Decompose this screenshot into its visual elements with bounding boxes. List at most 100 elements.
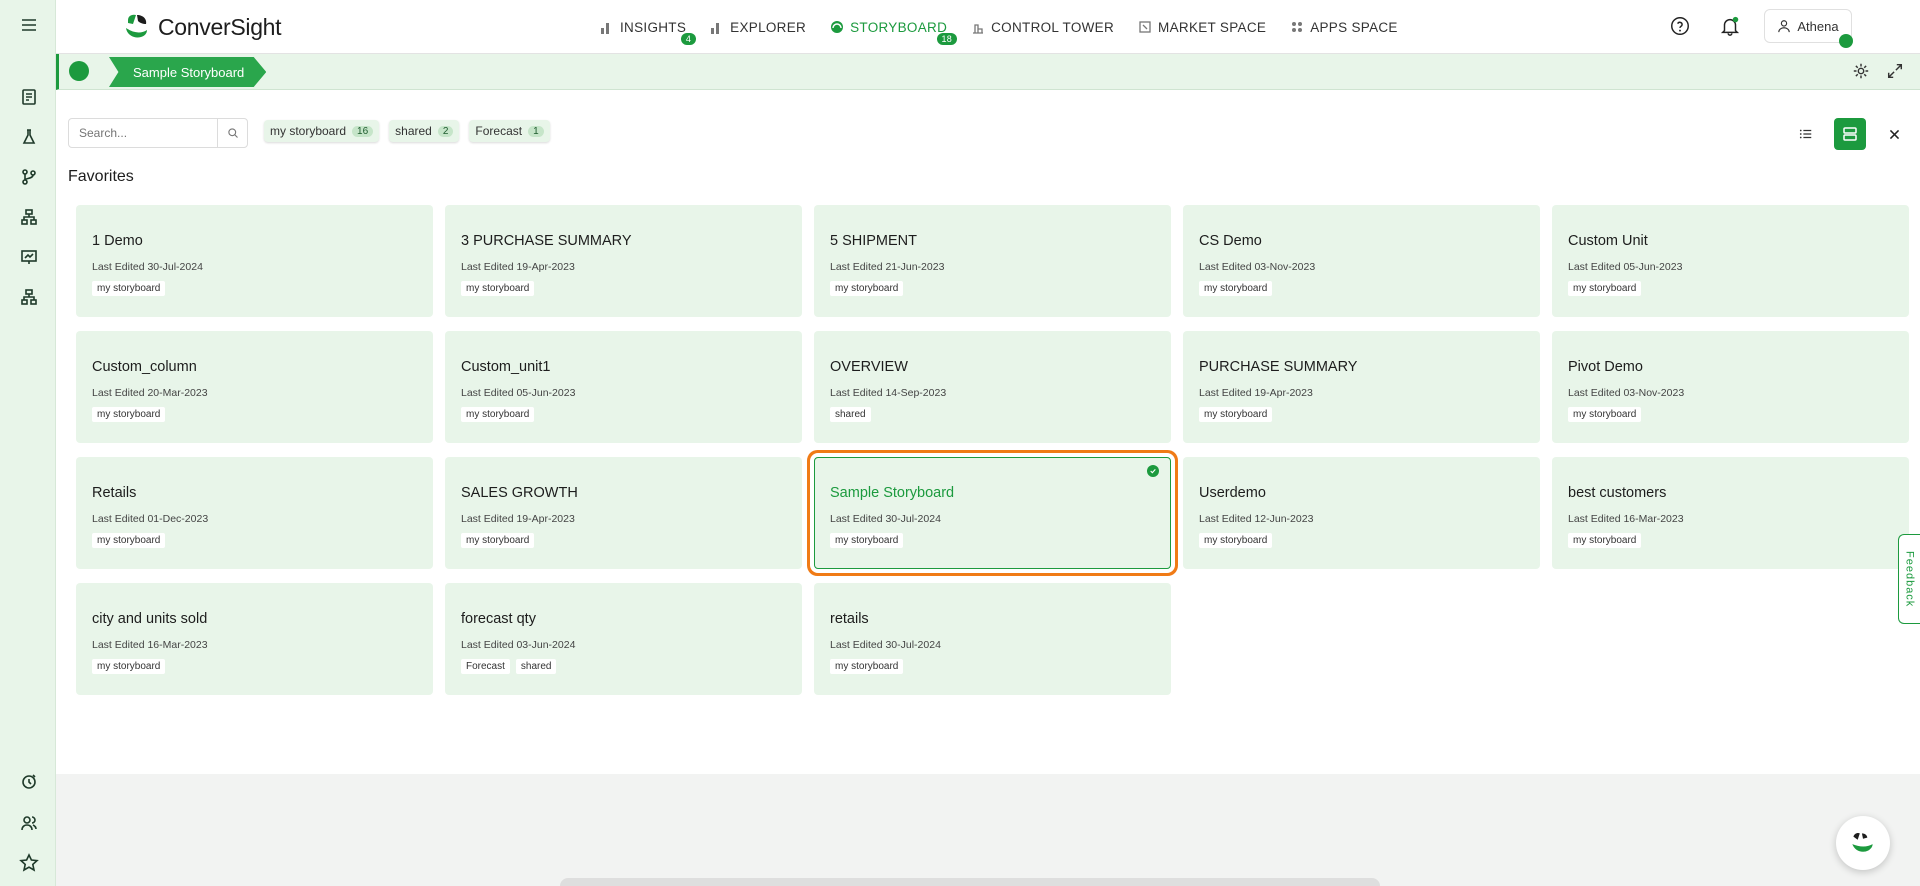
card-tags: my storyboard	[1568, 407, 1893, 422]
filter-chip-shared[interactable]: shared 2	[389, 120, 460, 142]
card-tag: my storyboard	[92, 533, 166, 548]
card-title: 3 PURCHASE SUMMARY	[461, 233, 632, 249]
chip-count: 2	[437, 125, 454, 137]
card-tags: shared	[830, 407, 1155, 422]
search-icon	[227, 128, 238, 138]
card-tags: my storyboard	[830, 533, 1155, 548]
card-tags: my storyboard	[92, 533, 417, 548]
card-title: OVERVIEW	[830, 359, 908, 375]
card-tags: my storyboard	[1568, 533, 1893, 548]
card-tag: my storyboard	[92, 659, 166, 674]
search-input[interactable]	[69, 119, 217, 147]
check-icon	[1147, 465, 1159, 477]
card-tags: my storyboard	[1199, 407, 1524, 422]
menu-icon[interactable]	[18, 14, 40, 36]
report-icon[interactable]	[18, 86, 40, 108]
timer-icon[interactable]	[18, 770, 40, 792]
nav-storyboard[interactable]: STORYBOARD 18	[830, 20, 958, 45]
users-icon[interactable]	[18, 812, 40, 834]
user-menu[interactable]: Athena	[1764, 9, 1853, 48]
card-tag: shared	[830, 407, 871, 422]
storyboard-card[interactable]: Custom Unit Last Edited 05-Jun-2023 my sto…	[1552, 205, 1909, 317]
storyboard-card[interactable]: Pivot Demo Last Edited 03-Nov-2023 my stor…	[1552, 331, 1909, 443]
help-button[interactable]	[1668, 14, 1692, 38]
storyboard-card[interactable]: Sample Storyboard Last Edited 30-Jul-2024…	[814, 457, 1171, 569]
storyboard-card[interactable]: OVERVIEW Last Edited 14-Sep-2023 shared	[814, 331, 1171, 443]
storyboard-card[interactable]: Retails Last Edited 01-Dec-2023 my storybo…	[76, 457, 433, 569]
card-tags: my storyboard	[830, 281, 1155, 296]
card-tags: my storyboard	[461, 407, 786, 422]
card-title: Custom_column	[92, 359, 197, 375]
nav-control-tower[interactable]: CONTROL TOWER	[971, 20, 1114, 35]
storyboard-card[interactable]: 1 Demo Last Edited 30-Jul-2024 my storyboa…	[76, 205, 433, 317]
storyboard-home-icon[interactable]	[69, 61, 89, 81]
card-title: Retails	[92, 485, 137, 501]
nav-explorer[interactable]: EXPLORER	[710, 20, 806, 35]
presentation-icon[interactable]	[18, 246, 40, 268]
search-button[interactable]	[217, 119, 247, 147]
flask-icon[interactable]	[18, 126, 40, 148]
close-icon	[1889, 129, 1899, 139]
card-tags: my storyboard	[461, 533, 786, 548]
card-tag: my storyboard	[1568, 533, 1642, 548]
storyboard-card[interactable]: city and units sold Last Edited 16-Mar-20…	[76, 583, 433, 695]
card-last-edited: Last Edited 19-Apr-2023	[1199, 387, 1313, 399]
card-title: Sample Storyboard	[830, 485, 955, 501]
market-icon	[1139, 21, 1151, 33]
chip-count: 1	[528, 125, 544, 137]
card-last-edited: Last Edited 14-Sep-2023	[830, 387, 947, 399]
storyboard-card[interactable]: Custom_column Last Edited 20-Mar-2023 my s…	[76, 331, 433, 443]
storyboard-card[interactable]: forecast qty Last Edited 03-Jun-2024 Forec…	[445, 583, 802, 695]
storyboard-card[interactable]: retails Last Edited 30-Jul-2024 my storybo…	[814, 583, 1171, 695]
breadcrumb-current[interactable]: Sample Storyboard	[109, 57, 267, 87]
hierarchy-icon[interactable]	[18, 206, 40, 228]
expand-icon[interactable]	[1886, 62, 1904, 80]
filter-chip-my-storyboard[interactable]: my storyboard 16	[264, 120, 380, 142]
help-icon	[1671, 17, 1689, 35]
left-rail	[0, 0, 56, 886]
nav-label: APPS SPACE	[1310, 19, 1398, 35]
org-chart-icon[interactable]	[18, 286, 40, 308]
notifications-button[interactable]	[1718, 14, 1742, 38]
storyboard-card[interactable]: 5 SHIPMENT Last Edited 21-Jun-2023 my stor…	[814, 205, 1171, 317]
storyboard-card[interactable]: best customers Last Edited 16-Mar-2023 my …	[1552, 457, 1909, 569]
card-tag: my storyboard	[92, 407, 166, 422]
card-tag: my storyboard	[1199, 281, 1273, 296]
conversight-logo-icon	[126, 14, 147, 38]
card-title: 5 SHIPMENT	[830, 233, 918, 249]
feedback-label: Feedback	[1903, 550, 1916, 608]
card-last-edited: Last Edited 03-Nov-2023	[1568, 387, 1685, 399]
user-icon	[1778, 20, 1791, 33]
storyboard-card[interactable]: Custom_unit1 Last Edited 05-Jun-2023 my st…	[445, 331, 802, 443]
card-last-edited: Last Edited 12-Jun-2023	[1199, 513, 1314, 525]
card-tags: Forecast shared	[461, 659, 786, 674]
storyboard-card[interactable]: CS Demo Last Edited 03-Nov-2023 my storybo…	[1183, 205, 1540, 317]
filter-chip-forecast[interactable]: Forecast 1	[469, 120, 550, 142]
storyboard-card[interactable]: PURCHASE SUMMARY Last Edited 19-Apr-2023 m…	[1183, 331, 1540, 443]
nav-insights[interactable]: INSIGHTS 4	[600, 20, 697, 45]
card-last-edited: Last Edited 19-Apr-2023	[461, 261, 575, 273]
app-logo[interactable]: ConverSight	[122, 10, 282, 44]
storyboard-card[interactable]: Userdemo Last Edited 12-Jun-2023 my storyb…	[1183, 457, 1540, 569]
card-view-icon	[1843, 127, 1857, 141]
chatbot-button[interactable]	[1836, 816, 1890, 870]
nav-apps-space[interactable]: APPS SPACE	[1290, 20, 1398, 35]
chip-count: 16	[352, 125, 374, 137]
feedback-tab[interactable]: Feedback	[1898, 534, 1920, 624]
assistant-icon	[1852, 833, 1873, 852]
storyboard-card[interactable]: 3 PURCHASE SUMMARY Last Edited 19-Apr-202…	[445, 205, 802, 317]
star-icon[interactable]	[18, 852, 40, 874]
list-view-button[interactable]	[1790, 118, 1822, 150]
nav-market-space[interactable]: MARKET SPACE	[1138, 20, 1266, 35]
card-tag: my storyboard	[461, 407, 535, 422]
main-nav: INSIGHTS 4 EXPLORER STORYBOARD 18 CONTRO…	[600, 0, 1398, 54]
storyboard-card[interactable]: SALES GROWTH Last Edited 19-Apr-2023 my st…	[445, 457, 802, 569]
branch-icon[interactable]	[18, 166, 40, 188]
close-button[interactable]	[1878, 118, 1910, 150]
card-last-edited: Last Edited 21-Jun-2023	[830, 261, 945, 273]
card-last-edited: Last Edited 19-Apr-2023	[461, 513, 575, 525]
card-view-button[interactable]	[1834, 118, 1866, 150]
view-tools	[1790, 118, 1910, 150]
gear-icon[interactable]	[1852, 62, 1870, 80]
card-tags: my storyboard	[92, 407, 417, 422]
